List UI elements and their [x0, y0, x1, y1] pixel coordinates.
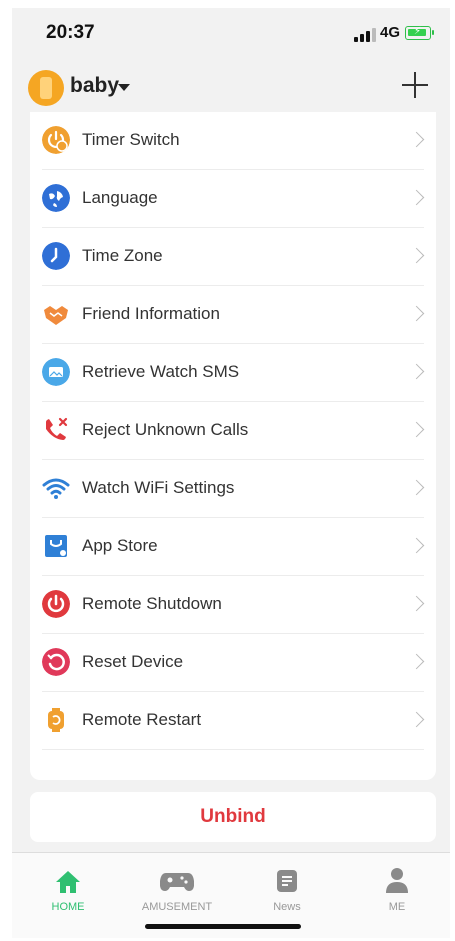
settings-item-label: Language: [82, 188, 158, 207]
settings-item-reject-unknown-calls[interactable]: Reject Unknown Calls: [30, 402, 436, 460]
chevron-right-icon: [408, 189, 425, 206]
globe-icon: [42, 184, 70, 212]
home-icon: [56, 871, 80, 893]
unbind-label: Unbind: [200, 806, 266, 827]
settings-item-label: Time Zone: [82, 246, 163, 265]
tab-label: AMUSEMENT: [141, 901, 213, 913]
settings-item-language[interactable]: Language: [30, 170, 436, 228]
chevron-right-icon: [408, 595, 425, 612]
tab-label: HOME: [51, 901, 85, 913]
settings-item-label: Retrieve Watch SMS: [82, 362, 240, 381]
phone-reject-icon: [46, 417, 68, 440]
chevron-right-icon: [408, 653, 425, 670]
status-time: 20:37: [46, 22, 95, 43]
status-bar: 20:37 4G ⚡: [12, 8, 450, 56]
home-indicator[interactable]: [145, 924, 301, 929]
tab-amusement[interactable]: AMUSEMENT: [132, 861, 222, 917]
settings-item-time-zone[interactable]: Time Zone: [30, 228, 436, 286]
device-name[interactable]: baby: [70, 74, 119, 98]
settings-item-friend-information[interactable]: Friend Information: [30, 286, 436, 344]
tab-news[interactable]: News: [242, 861, 332, 917]
chevron-right-icon: [408, 247, 425, 264]
settings-item-label: Remote Shutdown: [82, 594, 222, 613]
unbind-button[interactable]: Unbind: [30, 792, 436, 842]
app-store-icon: [45, 535, 67, 557]
settings-item-label: Reject Unknown Calls: [82, 420, 249, 439]
tab-label: News: [273, 901, 301, 913]
tab-me[interactable]: ME: [352, 861, 442, 917]
settings-list: Timer Switch Language Time Zone Friend I…: [30, 112, 436, 780]
signal-icon: [354, 28, 376, 42]
settings-item-retrieve-watch-sms[interactable]: Retrieve Watch SMS: [30, 344, 436, 402]
chevron-right-icon: [408, 711, 425, 728]
settings-item-label: Reset Device: [82, 652, 184, 671]
chevron-right-icon: [408, 479, 425, 496]
device-avatar[interactable]: [28, 70, 64, 106]
chevron-down-icon[interactable]: [118, 84, 130, 91]
settings-item-timer-switch[interactable]: Timer Switch: [30, 112, 436, 170]
settings-item-watch-wifi-settings[interactable]: Watch WiFi Settings: [30, 460, 436, 518]
gamepad-icon: [159, 873, 195, 891]
sms-icon: [42, 358, 70, 386]
phone-screen: 20:37 4G ⚡ baby Timer Switch Language Ti…: [12, 8, 450, 938]
settings-item-remote-shutdown[interactable]: Remote Shutdown: [30, 576, 436, 634]
battery-icon: ⚡: [405, 26, 434, 40]
reset-icon: [42, 648, 70, 676]
settings-item-label: Remote Restart: [82, 710, 202, 729]
chevron-right-icon: [408, 305, 425, 322]
add-device-button[interactable]: [400, 70, 430, 100]
news-icon: [277, 870, 297, 892]
power-icon: [42, 590, 70, 618]
network-type: 4G: [380, 24, 401, 41]
tab-label: ME: [388, 901, 406, 913]
settings-item-label: Friend Information: [82, 304, 220, 323]
divider: [42, 749, 424, 750]
settings-item-remote-restart[interactable]: Remote Restart: [30, 692, 436, 750]
app-header: baby: [12, 66, 450, 112]
settings-item-label: App Store: [82, 536, 158, 555]
chevron-right-icon: [408, 131, 425, 148]
handshake-icon: [44, 306, 68, 325]
settings-item-label: Watch WiFi Settings: [82, 478, 235, 497]
settings-item-label: Timer Switch: [82, 130, 180, 149]
tab-home[interactable]: HOME: [23, 861, 113, 917]
chevron-right-icon: [408, 421, 425, 438]
chevron-right-icon: [408, 537, 425, 554]
wifi-icon: [42, 478, 70, 499]
chevron-right-icon: [408, 363, 425, 380]
clock-icon: [42, 242, 70, 270]
person-icon: [386, 868, 408, 893]
settings-item-app-store[interactable]: App Store: [30, 518, 436, 576]
watch-restart-icon: [48, 708, 64, 732]
timer-switch-icon: [42, 126, 70, 154]
settings-item-reset-device[interactable]: Reset Device: [30, 634, 436, 692]
